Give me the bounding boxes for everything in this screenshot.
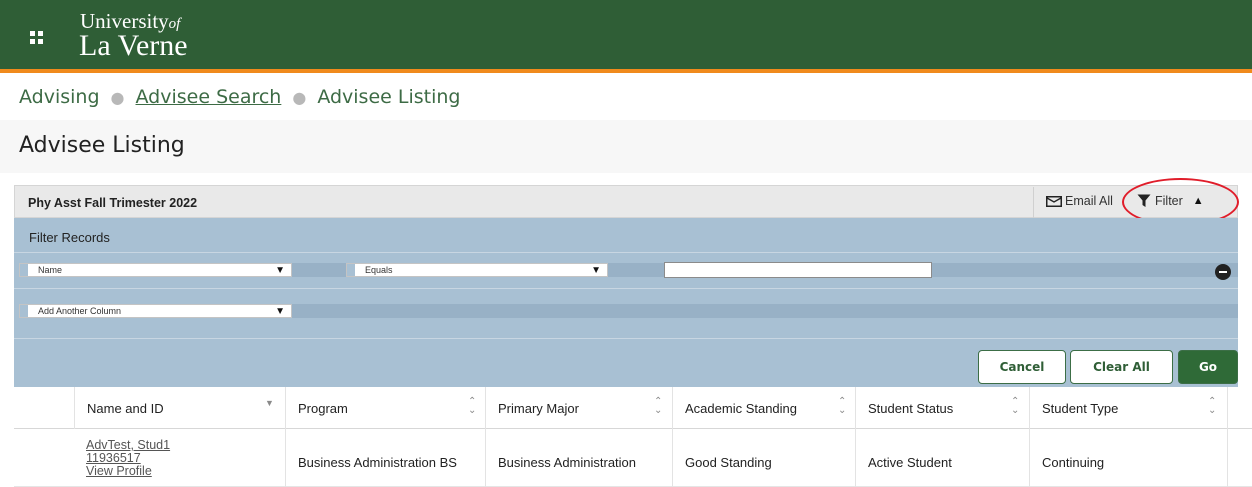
filter-value-input[interactable] <box>664 262 932 278</box>
divider <box>14 288 1238 289</box>
divider <box>14 338 1238 339</box>
column-header-label: Primary Major <box>498 401 579 416</box>
breadcrumb: Advising ● Advisee Search ● Advisee Listing <box>19 86 460 108</box>
breadcrumb-separator: ● <box>110 88 125 107</box>
header-accent-bar <box>0 69 1252 73</box>
column-header-label: Name and ID <box>87 401 164 416</box>
column-header-label: Student Type <box>1042 401 1119 416</box>
clear-all-button[interactable]: Clear All <box>1070 350 1173 384</box>
sort-icon: ⌃ ⌄ <box>468 396 477 416</box>
cell-primary-major: Business Administration <box>485 429 672 487</box>
cell-student-type: Continuing <box>1029 429 1227 487</box>
panel-title: Phy Asst Fall Trimester 2022 <box>28 196 198 210</box>
cell-overflow <box>1227 429 1252 487</box>
filter-column-select[interactable]: Name ▼ <box>19 263 292 277</box>
breadcrumb-advisee-listing: Advisee Listing <box>317 86 461 108</box>
sort-desc-icon: ▼ <box>265 398 274 408</box>
add-another-column-label: Add Another Column <box>38 306 122 316</box>
column-header-student-type[interactable]: Student Type ⌃ ⌄ <box>1029 387 1227 429</box>
column-header-student-status[interactable]: Student Status ⌃ ⌄ <box>855 387 1029 429</box>
sort-icon: ⌃ ⌄ <box>838 396 847 416</box>
envelope-icon <box>1046 195 1062 207</box>
column-header-academic-standing[interactable]: Academic Standing ⌃ ⌄ <box>672 387 855 429</box>
table-row: AdvTest, Stud1 11936517 View Profile Bus… <box>14 429 1252 487</box>
view-profile-link[interactable]: View Profile <box>86 465 152 478</box>
filter-row-band <box>292 263 346 277</box>
column-header-program[interactable]: Program ⌃ ⌄ <box>285 387 485 429</box>
select-notch <box>347 264 355 276</box>
select-column-header <box>14 387 74 429</box>
email-all-label: Email All <box>1065 194 1113 208</box>
filter-operator-value: Equals <box>365 265 393 275</box>
cell-program: Business Administration BS <box>285 429 485 487</box>
filter-column-value: Name <box>38 265 63 275</box>
filter-row-band <box>932 263 1238 277</box>
advisee-panel: Phy Asst Fall Trimester 2022 Email All F… <box>14 178 1239 387</box>
standing-value: Good Standing <box>685 455 772 470</box>
breadcrumb-advisee-search[interactable]: Advisee Search <box>136 86 282 108</box>
sort-icon: ⌃ ⌄ <box>1208 396 1217 416</box>
select-notch <box>20 264 28 276</box>
remove-filter-icon[interactable] <box>1215 264 1231 280</box>
sort-icon: ⌃ ⌄ <box>654 396 663 416</box>
breadcrumb-advising: Advising <box>19 86 100 108</box>
app-menu-icon[interactable] <box>30 31 44 45</box>
column-header-label: Student Status <box>868 401 954 416</box>
select-notch <box>20 305 28 317</box>
column-header-name[interactable]: Name and ID ▼ <box>74 387 285 429</box>
filter-operator-select[interactable]: Equals ▼ <box>346 263 608 277</box>
divider <box>14 252 1238 253</box>
cell-academic-standing: Good Standing <box>672 429 855 487</box>
chevron-down-icon: ▼ <box>275 306 285 317</box>
column-header-label: Academic Standing <box>685 401 798 416</box>
column-header-label: Program <box>298 401 348 416</box>
cell-name-and-id: AdvTest, Stud1 11936517 View Profile <box>14 429 285 487</box>
breadcrumb-separator: ● <box>292 88 307 107</box>
cell-student-status: Active Student <box>855 429 1029 487</box>
panel-header: Phy Asst Fall Trimester 2022 Email All F… <box>14 178 1239 226</box>
add-another-column-select[interactable]: Add Another Column ▼ <box>19 304 292 318</box>
divider <box>1033 187 1034 218</box>
logo-la-verne: La Verne <box>79 29 188 62</box>
cancel-button[interactable]: Cancel <box>978 350 1066 384</box>
sort-icon: ⌃ ⌄ <box>1011 396 1020 416</box>
column-header-overflow <box>1227 387 1252 429</box>
status-value: Active Student <box>868 455 952 470</box>
filter-row-band <box>292 304 1238 318</box>
table-header: Name and ID ▼ Program ⌃ ⌄ Primary Major ⌃… <box>14 387 1252 429</box>
chevron-down-icon: ▼ <box>591 265 601 276</box>
type-value: Continuing <box>1042 455 1105 470</box>
go-button[interactable]: Go <box>1178 350 1238 384</box>
title-bar <box>0 120 1252 173</box>
filter-row-band <box>608 263 664 277</box>
program-value: Business Administration BS <box>298 455 457 470</box>
column-header-primary-major[interactable]: Primary Major ⌃ ⌄ <box>485 387 672 429</box>
email-all-button[interactable]: Email All <box>1046 194 1113 208</box>
top-header: Universityof La Verne <box>0 0 1252 69</box>
page-title: Advisee Listing <box>19 133 185 158</box>
filter-records-heading: Filter Records <box>29 230 110 245</box>
major-value: Business Administration <box>498 455 637 470</box>
chevron-down-icon: ▼ <box>275 265 285 276</box>
